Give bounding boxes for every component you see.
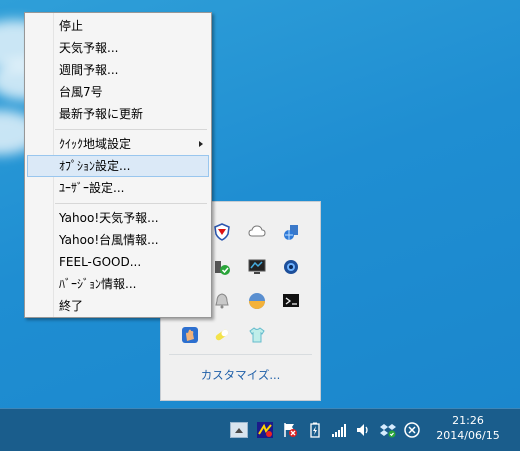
app-tray-icon[interactable]: [257, 422, 273, 438]
menu-item-stop[interactable]: 停止: [27, 15, 209, 37]
clock-time: 21:26: [452, 414, 484, 427]
show-hidden-icons-arrow[interactable]: [230, 422, 248, 438]
menu-item-typhoon[interactable]: 台風7号: [27, 81, 209, 103]
flyout-divider: [169, 354, 312, 355]
cloud-icon[interactable]: [248, 223, 268, 243]
webcam-icon[interactable]: [282, 258, 302, 278]
hand-app-icon[interactable]: [181, 326, 201, 346]
network-signal-icon[interactable]: [331, 422, 347, 438]
menu-item-label: ｸｲｯｸ地域設定: [59, 137, 132, 151]
menu-item-version[interactable]: ﾊﾞｰｼﾞｮﾝ情報...: [27, 273, 209, 295]
weather-sun-icon[interactable]: [248, 292, 268, 312]
context-menu: 停止 天気予報... 週間予報... 台風7号 最新予報に更新 ｸｲｯｸ地域設定…: [24, 12, 212, 318]
menu-item-refresh[interactable]: 最新予報に更新: [27, 103, 209, 125]
monitor-icon[interactable]: [248, 258, 268, 278]
menu-item-yahoo-typhoon[interactable]: Yahoo!台風情報...: [27, 229, 209, 251]
clock-date: 2014/06/15: [436, 429, 500, 442]
bell-icon[interactable]: [213, 292, 233, 312]
terminal-icon[interactable]: [282, 292, 302, 312]
volume-icon[interactable]: [355, 422, 371, 438]
menu-item-feel-good[interactable]: FEEL-GOOD...: [27, 251, 209, 273]
close-circle-icon[interactable]: [404, 422, 420, 438]
customize-link[interactable]: カスタマイズ...: [161, 367, 320, 383]
power-battery-icon[interactable]: [307, 422, 323, 438]
taskbar-clock[interactable]: 21:26 2014/06/15: [428, 413, 508, 443]
dropbox-icon[interactable]: [380, 422, 396, 438]
pill-icon[interactable]: [213, 326, 233, 346]
security-shield-icon[interactable]: [213, 223, 233, 243]
menu-item-user-settings[interactable]: ﾕｰｻﾞｰ設定...: [27, 177, 209, 199]
action-center-flag-icon[interactable]: [282, 422, 298, 438]
usb-device-icon[interactable]: [213, 258, 233, 278]
menu-item-quick-region[interactable]: ｸｲｯｸ地域設定: [27, 133, 209, 155]
menu-item-exit[interactable]: 終了: [27, 295, 209, 317]
menu-item-weekly[interactable]: 週間予報...: [27, 59, 209, 81]
menu-separator: [55, 129, 207, 130]
menu-item-yahoo-weather[interactable]: Yahoo!天気予報...: [27, 207, 209, 229]
network-globe-icon[interactable]: [282, 223, 302, 243]
tshirt-icon[interactable]: [248, 326, 268, 346]
menu-item-weather[interactable]: 天気予報...: [27, 37, 209, 59]
menu-item-options[interactable]: ｵﾌﾟｼｮﾝ設定...: [27, 155, 209, 177]
submenu-arrow-icon: [199, 141, 203, 147]
menu-separator: [55, 203, 207, 204]
